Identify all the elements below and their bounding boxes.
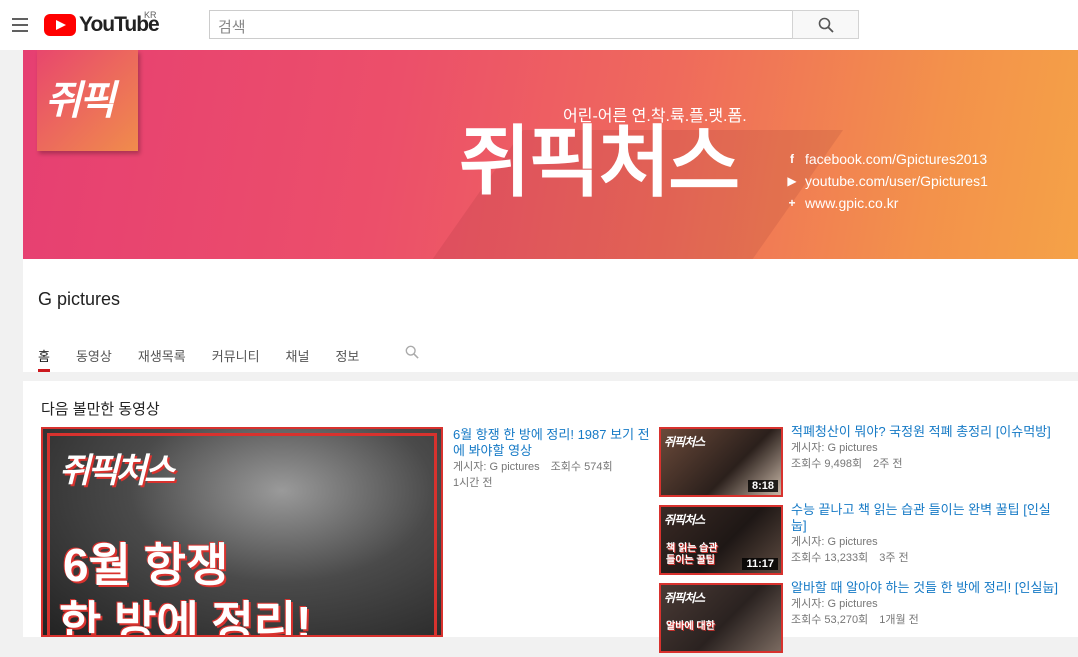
shelf-title[interactable]: 다음 볼만한 동영상 [41,398,160,419]
tab-about[interactable]: 정보 [335,339,359,372]
video-uploader[interactable]: 게시자: G pictures [791,440,1061,456]
video-item: 쥐픽처스 8:18 적폐청산이 뭐야? 국정원 적폐 총정리 [이슈먹방] 게시… [659,424,1069,501]
banner-links: f facebook.com/Gpictures2013 ▶ youtube.c… [785,148,988,214]
banner-link-website[interactable]: + www.gpic.co.kr [785,192,988,214]
channel-tabs: 홈 동영상 재생목록 커뮤니티 채널 정보 [38,339,419,372]
video-age: 3주 전 [879,552,909,564]
menu-icon[interactable] [12,18,28,32]
featured-video-title[interactable]: 6월 항쟁 한 방에 정리! 1987 보기 전에 봐야할 영상 [453,427,653,459]
thumbnail-brand: 쥐픽처스 [664,591,705,605]
search-icon [818,17,834,33]
video-item: 쥐픽처스 알바에 대한 알바할 때 알아야 하는 것들 한 방에 정리! [인실… [659,580,1069,657]
tab-community[interactable]: 커뮤니티 [212,339,260,372]
thumbnail-brand: 쥐픽처스 [59,452,175,490]
video-age: 2주 전 [873,458,903,470]
video-age: 1개월 전 [879,614,919,626]
featured-age: 1시간 전 [453,477,493,489]
video-uploader[interactable]: 게시자: G pictures [791,596,1061,612]
plus-icon: + [788,196,796,210]
video-views: 조회수 13,233회 [791,552,869,564]
thumbnail-caption: 책 읽는 습관 들이는 꿀팁 [666,543,718,566]
youtube-icon: ▶ [787,174,797,188]
video-thumbnail[interactable]: 쥐픽처스 8:18 [659,427,783,497]
channel-name: G pictures [38,289,121,309]
channel-avatar-text: 쥐픽 [45,79,116,123]
featured-video-thumbnail[interactable]: 쥐픽처스 6월 항쟁 한 방에 정리! [41,427,443,637]
thumbnail-brand: 쥐픽처스 [664,435,705,449]
search-button[interactable] [792,10,859,39]
channel-avatar[interactable]: 쥐픽 [37,50,138,151]
video-thumbnail[interactable]: 쥐픽처스 알바에 대한 [659,583,783,653]
banner-link-facebook[interactable]: f facebook.com/Gpictures2013 [785,148,988,170]
thumbnail-caption-line1: 6월 항쟁 [63,539,229,591]
featured-uploader[interactable]: 게시자: G pictures [453,461,540,473]
video-thumbnail[interactable]: 쥐픽처스 책 읽는 습관 들이는 꿀팁 11:17 [659,505,783,575]
channel-header: G pictures 홈 동영상 재생목록 커뮤니티 채널 정보 [23,259,1078,372]
channel-banner: 쥐픽 쥐픽처스 어린-어른 연.착.륙.플.랫.폼. f facebook.co… [23,50,1078,259]
tab-channels[interactable]: 채널 [286,339,310,372]
video-views: 조회수 9,498회 [791,458,863,470]
video-title[interactable]: 알바할 때 알아야 하는 것들 한 방에 정리! [인실눕] [791,580,1061,596]
facebook-icon: f [790,152,794,166]
featured-views: 조회수 574회 [550,461,613,473]
banner-link-youtube[interactable]: ▶ youtube.com/user/Gpictures1 [785,170,988,192]
banner-tagline: 어린-어른 연.착.륙.플.랫.폼. [563,108,747,125]
video-item: 쥐픽처스 책 읽는 습관 들이는 꿀팁 11:17 수능 끝나고 책 읽는 습관… [659,502,1069,579]
tab-playlists[interactable]: 재생목록 [138,339,186,372]
video-views: 조회수 53,270회 [791,614,869,626]
shelf: 다음 볼만한 동영상 쥐픽처스 6월 항쟁 한 방에 정리! 6월 항쟁 한 방… [23,381,1078,653]
featured-video-info: 6월 항쟁 한 방에 정리! 1987 보기 전에 봐야할 영상 게시자: G … [453,427,653,491]
thumbnail-caption: 알바에 대한 [666,621,715,632]
region-label: KR [144,10,157,20]
masthead: YouTube KR 검색 [0,0,1078,50]
thumbnail-brand: 쥐픽처스 [664,513,705,527]
play-logo-icon [44,14,76,36]
tab-videos[interactable]: 동영상 [76,339,112,372]
thumbnail-caption-line2: 한 방에 정리! [59,597,312,637]
search-input[interactable]: 검색 [209,10,793,39]
tab-home[interactable]: 홈 [38,339,50,372]
channel-search-icon[interactable] [405,345,419,359]
video-uploader[interactable]: 게시자: G pictures [791,534,1061,550]
video-title[interactable]: 적폐청산이 뭐야? 국정원 적폐 총정리 [이슈먹방] [791,424,1061,440]
video-duration: 11:17 [742,558,778,570]
video-duration: 8:18 [747,480,778,492]
video-title[interactable]: 수능 끝나고 책 읽는 습관 들이는 완벽 꿀팁 [인실눕] [791,502,1061,534]
youtube-logo[interactable]: YouTube KR [44,10,160,37]
